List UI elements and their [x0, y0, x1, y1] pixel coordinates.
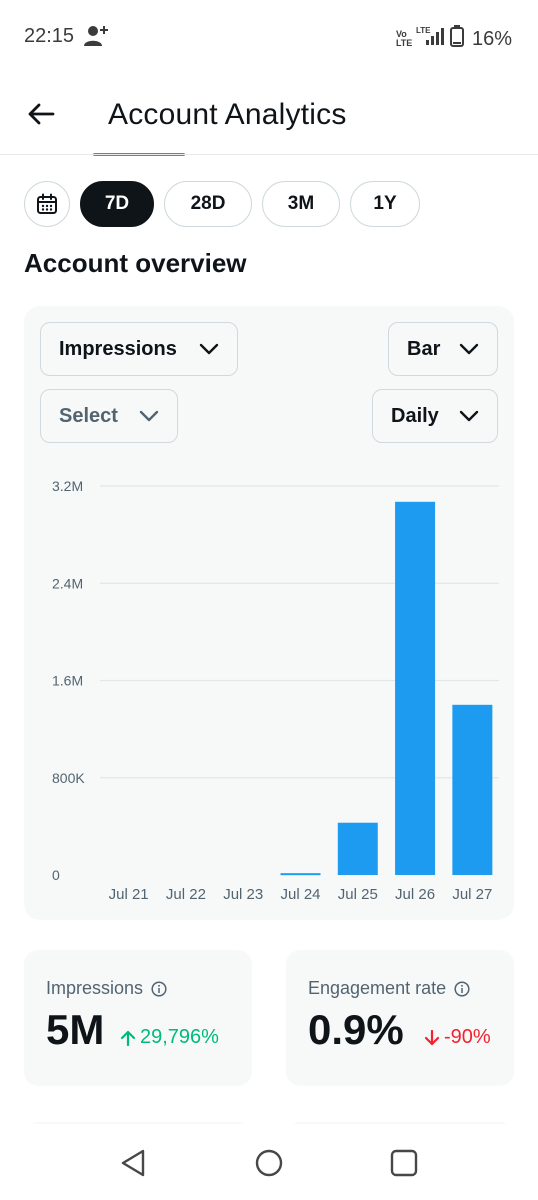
svg-text:LTE: LTE	[416, 26, 431, 35]
x-tick-label: Jul 25	[338, 886, 378, 903]
date-range-selector: 7D 28D 3M 1Y	[24, 181, 420, 227]
y-tick-label: 3.2M	[52, 478, 83, 494]
impressions-bar-chart: 0 800K 1.6M 2.4M 3.2M Jul 21 Jul 22 Jul 23 Jul 2…	[52, 478, 499, 903]
x-tick-label: Jul 27	[452, 886, 492, 903]
arrow-up-icon	[120, 1030, 136, 1046]
x-tick-label: Jul 23	[223, 886, 263, 903]
section-title: Account overview	[24, 248, 247, 278]
add-user-icon	[84, 24, 110, 53]
nav-recents-button[interactable]	[389, 1148, 419, 1178]
system-nav-bar	[0, 1124, 538, 1200]
range-chip-7d[interactable]: 7D	[80, 181, 154, 227]
x-tick-label: Jul 24	[280, 886, 320, 903]
engagement-stat-change: -90%	[424, 1026, 491, 1049]
back-button[interactable]	[24, 97, 58, 131]
signal-icon: LTE	[416, 26, 444, 52]
y-tick-label: 1.6M	[52, 673, 83, 689]
chart-card: Impressions Bar Select Daily 0 800K 1.6M 2.…	[24, 306, 514, 920]
volte-icon: Vo LTE	[395, 29, 413, 48]
arrow-down-icon	[424, 1029, 440, 1045]
bar	[452, 704, 493, 875]
x-tick-label: Jul 26	[395, 886, 435, 903]
status-time: 22:15	[24, 25, 75, 47]
info-icon	[151, 980, 167, 997]
range-chip-3m[interactable]: 3M	[262, 181, 340, 227]
nav-back-button[interactable]	[118, 1148, 148, 1178]
header-divider	[0, 154, 538, 155]
range-chip-28d[interactable]: 28D	[164, 181, 252, 227]
range-chip-1y[interactable]: 1Y	[350, 181, 420, 227]
x-tick-label: Jul 21	[109, 886, 149, 903]
info-icon	[454, 980, 470, 997]
impressions-change-value: 29,796%	[140, 1026, 219, 1048]
app-header: Account Analytics	[0, 80, 538, 156]
impressions-stat-value: 5M	[46, 1006, 105, 1053]
nav-home-button[interactable]	[254, 1148, 284, 1178]
status-icons: Vo LTE LTE 16%	[396, 25, 512, 53]
arrow-left-icon	[28, 103, 55, 125]
page-title: Account Analytics	[108, 98, 347, 131]
impressions-stat-card[interactable]: Impressions 5M 29,796%	[24, 950, 252, 1086]
battery-level: 16%	[471, 27, 512, 50]
engagement-rate-stat-card[interactable]: Engagement rate 0.9% -90%	[286, 950, 514, 1086]
impressions-stat-label-row: Impressions	[46, 978, 167, 999]
impressions-stat-label: Impressions	[46, 978, 144, 998]
status-bar: 22:15 Vo LTE LTE 16%	[0, 0, 538, 72]
engagement-stat-value: 0.9%	[308, 1006, 404, 1053]
calendar-icon	[37, 193, 57, 214]
bar	[280, 873, 321, 876]
x-tick-label: Jul 22	[166, 886, 206, 903]
engagement-change-value: -90%	[444, 1026, 491, 1048]
y-tick-label: 800K	[52, 770, 85, 786]
engagement-stat-label-row: Engagement rate	[308, 978, 470, 999]
y-tick-label: 2.4M	[52, 575, 83, 591]
y-tick-label: 0	[52, 867, 60, 883]
impressions-stat-change: 29,796%	[120, 1026, 219, 1049]
battery-icon	[449, 25, 464, 53]
engagement-stat-label: Engagement rate	[308, 978, 447, 998]
calendar-button[interactable]	[24, 181, 70, 227]
bar	[395, 501, 436, 875]
bar	[337, 822, 378, 875]
